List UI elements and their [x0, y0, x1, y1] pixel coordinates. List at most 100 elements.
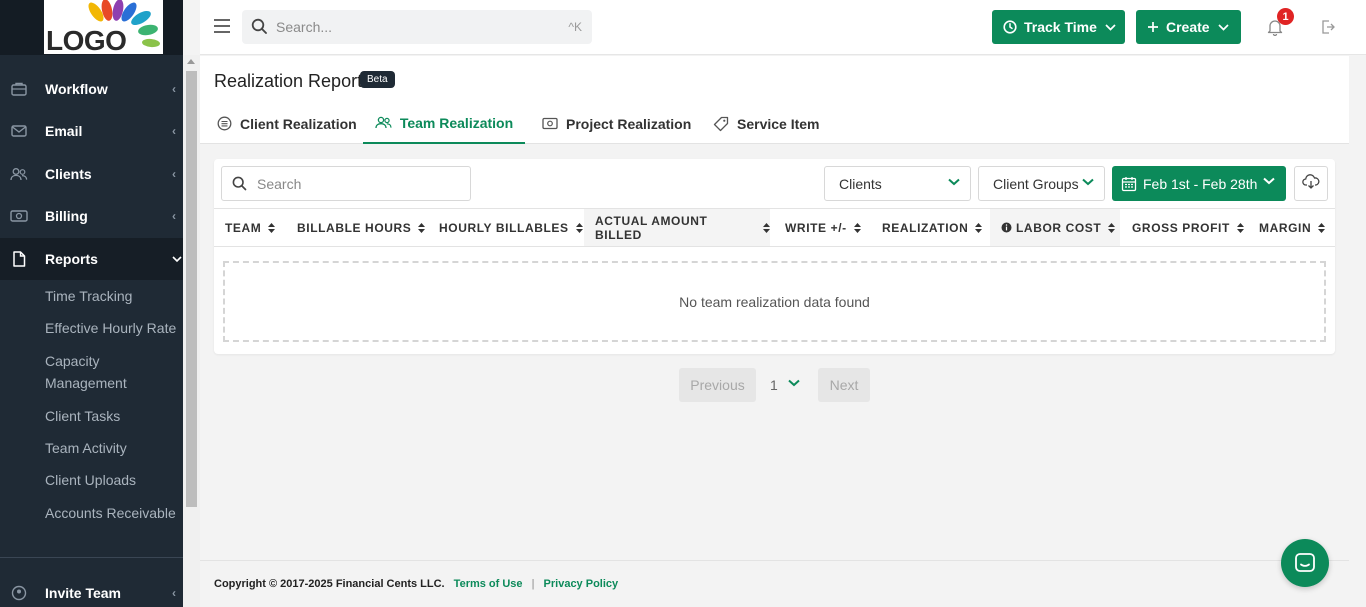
column-label: LABOR COST [1016, 220, 1102, 235]
chat-icon [1294, 552, 1316, 574]
menu-icon[interactable] [214, 19, 230, 33]
chevron-down-icon [1082, 178, 1094, 186]
nav-invite-team[interactable]: Invite Team ‹ [0, 572, 183, 607]
chevron-down-icon [948, 178, 960, 186]
scroll-thumb[interactable] [186, 71, 197, 507]
sub-item-time-tracking[interactable]: Time Tracking [45, 285, 180, 307]
column-label: ACTUAL AMOUNT BILLED [595, 213, 708, 242]
table-search[interactable] [221, 166, 471, 201]
sidebar-scrollbar[interactable] [183, 55, 200, 607]
nav-clients[interactable]: Clients ‹ [0, 153, 183, 195]
logo[interactable]: LOGO [44, 0, 163, 54]
column-header-team[interactable]: TEAM [225, 209, 276, 246]
clients-dropdown[interactable]: Clients [824, 166, 971, 201]
logout-icon[interactable] [1320, 19, 1336, 40]
team-icon [375, 116, 392, 129]
sort-icon [1108, 222, 1116, 233]
date-range-button[interactable]: Feb 1st - Feb 28th [1112, 166, 1286, 201]
column-header-billable-hours[interactable]: BILLABLE HOURS [297, 209, 426, 246]
create-button[interactable]: Create [1136, 10, 1241, 44]
chevron-left-icon: ‹ [172, 209, 176, 223]
column-header-realization[interactable]: REALIZATION [882, 209, 983, 246]
nav-reports[interactable]: Reports [0, 238, 183, 280]
users-icon [10, 165, 28, 183]
column-header-margin[interactable]: MARGIN [1259, 209, 1326, 246]
track-time-button[interactable]: Track Time [992, 10, 1125, 44]
sub-item-client-tasks[interactable]: Client Tasks [45, 405, 180, 427]
sort-icon [1236, 222, 1244, 233]
column-header-actual-amount-billed[interactable]: ACTUAL AMOUNT BILLED [584, 209, 770, 246]
sub-item-accounts-receivable[interactable]: Accounts Receivable [45, 502, 180, 524]
envelope-icon [10, 122, 28, 140]
info-icon [1001, 222, 1012, 233]
calendar-icon [1121, 176, 1137, 192]
nav-label: Workflow [45, 81, 108, 97]
scroll-up-icon[interactable] [187, 59, 195, 64]
sub-item-capacity-management[interactable]: Capacity Management [45, 350, 180, 394]
sidebar: LOGO Workflow ‹ Email ‹ Clients ‹ Billin… [0, 0, 183, 607]
copyright: Copyright © 2017-2025 Financial Cents LL… [214, 578, 445, 590]
table-search-input[interactable] [257, 167, 457, 200]
briefcase-icon [10, 80, 28, 98]
chevron-left-icon: ‹ [172, 124, 176, 138]
nav-label: Reports [45, 251, 98, 267]
nav-workflow[interactable]: Workflow ‹ [0, 68, 183, 110]
page-title: Realization Report [214, 71, 363, 91]
tab-label: Project Realization [566, 115, 692, 132]
tab-project-realization[interactable]: Project Realization [542, 103, 691, 144]
previous-page-button[interactable]: Previous [679, 368, 756, 402]
sub-item-client-uploads[interactable]: Client Uploads [45, 469, 180, 491]
sort-icon [1318, 222, 1326, 233]
chevron-down-icon [1105, 23, 1116, 31]
cloud-download-icon [1302, 173, 1320, 194]
sub-item-team-activity[interactable]: Team Activity [45, 437, 180, 459]
file-icon [10, 250, 28, 268]
logo-text: LOGO [46, 25, 127, 54]
date-range-label: Feb 1st - Feb 28th [1143, 175, 1258, 192]
cash-icon [542, 117, 558, 130]
search-shortcut-hint: ^K [568, 20, 582, 34]
nav-billing[interactable]: Billing ‹ [0, 195, 183, 237]
client-groups-dropdown[interactable]: Client Groups [978, 166, 1105, 201]
terms-link[interactable]: Terms of Use [454, 578, 523, 590]
chevron-down-icon [172, 252, 182, 266]
column-label: WRITE +/- [785, 220, 847, 235]
column-label: TEAM [225, 220, 262, 235]
empty-state-message: No team realization data found [679, 293, 870, 310]
column-label: HOURLY BILLABLES [439, 220, 569, 235]
column-header-labor-cost[interactable]: LABOR COST [990, 209, 1120, 246]
sidebar-divider [0, 557, 183, 558]
nav-email[interactable]: Email ‹ [0, 110, 183, 152]
right-gutter [1349, 56, 1366, 607]
sidebar-header: LOGO [0, 0, 183, 55]
nav-label: Invite Team [45, 585, 121, 601]
column-header-write[interactable]: WRITE +/- [785, 209, 861, 246]
page-number[interactable]: 1 [770, 377, 778, 393]
chevron-down-icon[interactable] [788, 379, 800, 387]
tab-team-realization[interactable]: Team Realization [363, 103, 525, 144]
column-header-hourly-billables[interactable]: HOURLY BILLABLES [439, 209, 583, 246]
search-input[interactable] [276, 10, 546, 44]
tab-service-item[interactable]: Service Item [713, 103, 820, 144]
search-icon [251, 18, 268, 40]
notification-badge: 1 [1277, 8, 1294, 25]
column-header-gross-profit[interactable]: GROSS PROFIT [1132, 209, 1244, 246]
privacy-link[interactable]: Privacy Policy [544, 578, 619, 590]
tab-label: Service Item [737, 115, 820, 132]
chat-button[interactable] [1281, 539, 1329, 587]
chevron-down-icon [1263, 177, 1275, 185]
money-icon [10, 207, 28, 225]
chevron-down-icon [1217, 23, 1229, 31]
tab-client-realization[interactable]: Client Realization [217, 103, 357, 144]
column-label: REALIZATION [882, 220, 969, 235]
plus-icon [1147, 21, 1159, 33]
sort-icon [975, 222, 983, 233]
next-page-button[interactable]: Next [818, 368, 870, 402]
download-button[interactable] [1294, 166, 1328, 201]
global-search[interactable]: ^K [242, 10, 592, 44]
nav-label: Clients [45, 166, 92, 182]
nav-label: Billing [45, 208, 88, 224]
footer-text: Copyright © 2017-2025 Financial Cents LL… [214, 578, 618, 590]
search-icon [232, 176, 247, 196]
sub-item-effective-hourly-rate[interactable]: Effective Hourly Rate [45, 317, 180, 339]
